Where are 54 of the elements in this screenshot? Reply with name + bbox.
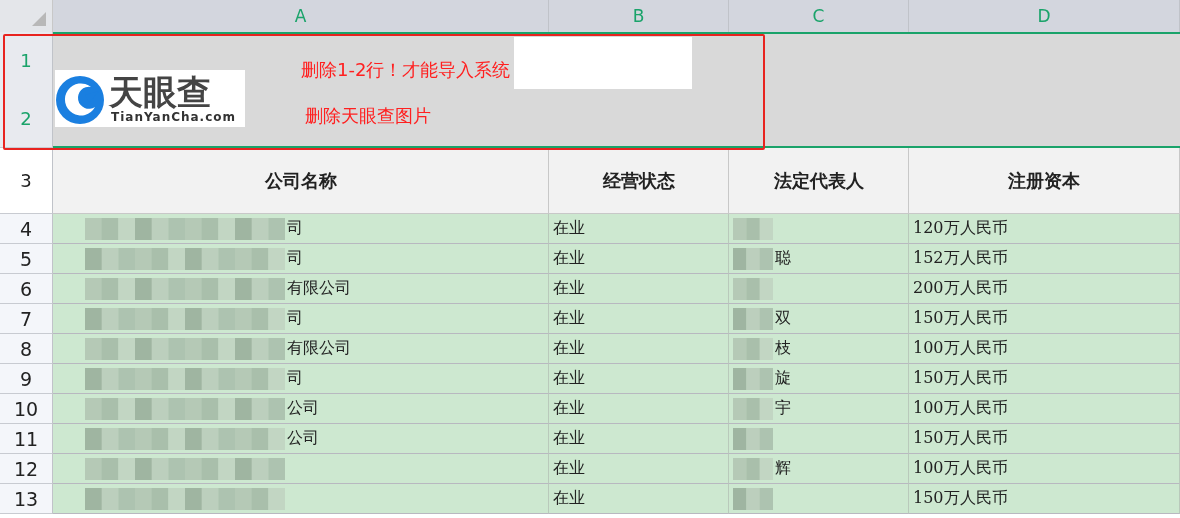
redaction-mosaic	[733, 337, 773, 360]
table-cell: 枝	[775, 338, 791, 359]
table-cell: 在业	[553, 218, 585, 239]
header-cell: 公司名称	[53, 148, 549, 214]
table-cell: 辉	[775, 458, 791, 479]
table-cell: 宇	[775, 398, 791, 419]
table-cell: 100万人民币	[913, 398, 1008, 419]
header-cell: 经营状态	[549, 148, 729, 214]
redaction-mosaic	[733, 307, 773, 330]
table-cell: 150万人民币	[913, 308, 1008, 329]
table-cell: 司	[287, 248, 303, 269]
table-cell: 100万人民币	[913, 338, 1008, 359]
header-cell: 注册资本	[909, 148, 1180, 214]
table-cell: 150万人民币	[913, 368, 1008, 389]
table-cell: 聪	[775, 248, 791, 269]
table-cell: 200万人民币	[913, 278, 1008, 299]
redaction-mosaic	[733, 217, 773, 240]
table-cell: 100万人民币	[913, 458, 1008, 479]
logo-text: TianYanCha.com	[111, 109, 237, 124]
table-cell: 司	[287, 218, 303, 239]
row-number[interactable]: 3	[20, 170, 32, 191]
redaction-mosaic	[733, 457, 773, 480]
table-cell: 司	[287, 368, 303, 389]
table-cell: 在业	[553, 488, 585, 509]
table-cell: 司	[287, 308, 303, 329]
header-cell: 法定代表人	[729, 148, 909, 214]
instruction-note: 删除1-2行！才能导入系统	[301, 58, 511, 82]
redaction-mosaic	[733, 247, 773, 270]
table-cell: 在业	[553, 308, 585, 329]
table-cell: 公司	[287, 398, 319, 419]
table-cell: 有限公司	[287, 278, 351, 299]
instruction-note: 删除天眼查图片	[305, 104, 432, 128]
table-cell: 在业	[553, 428, 585, 449]
table-cell: 双	[775, 308, 791, 329]
redaction-mosaic	[733, 277, 773, 300]
table-cell: 在业	[553, 338, 585, 359]
table-cell: 公司	[287, 428, 319, 449]
table-cell: 在业	[553, 458, 585, 479]
table-cell: 旋	[775, 368, 791, 389]
table-cell: 在业	[553, 368, 585, 389]
table-cell: 150万人民币	[913, 488, 1008, 509]
table-cell: 在业	[553, 248, 585, 269]
redaction-mosaic	[733, 367, 773, 390]
table-cell: 152万人民币	[913, 248, 1008, 269]
logo-text: 天眼查	[109, 74, 211, 109]
select-all-icon[interactable]	[32, 12, 46, 26]
table-cell: 120万人民币	[913, 218, 1008, 239]
redaction-mosaic	[733, 397, 773, 420]
table-cell: 有限公司	[287, 338, 351, 359]
redaction-mosaic	[733, 427, 773, 450]
table-cell: 150万人民币	[913, 428, 1008, 449]
table-cell: 在业	[553, 398, 585, 419]
redaction-mosaic	[733, 487, 773, 510]
table-cell: 在业	[553, 278, 585, 299]
